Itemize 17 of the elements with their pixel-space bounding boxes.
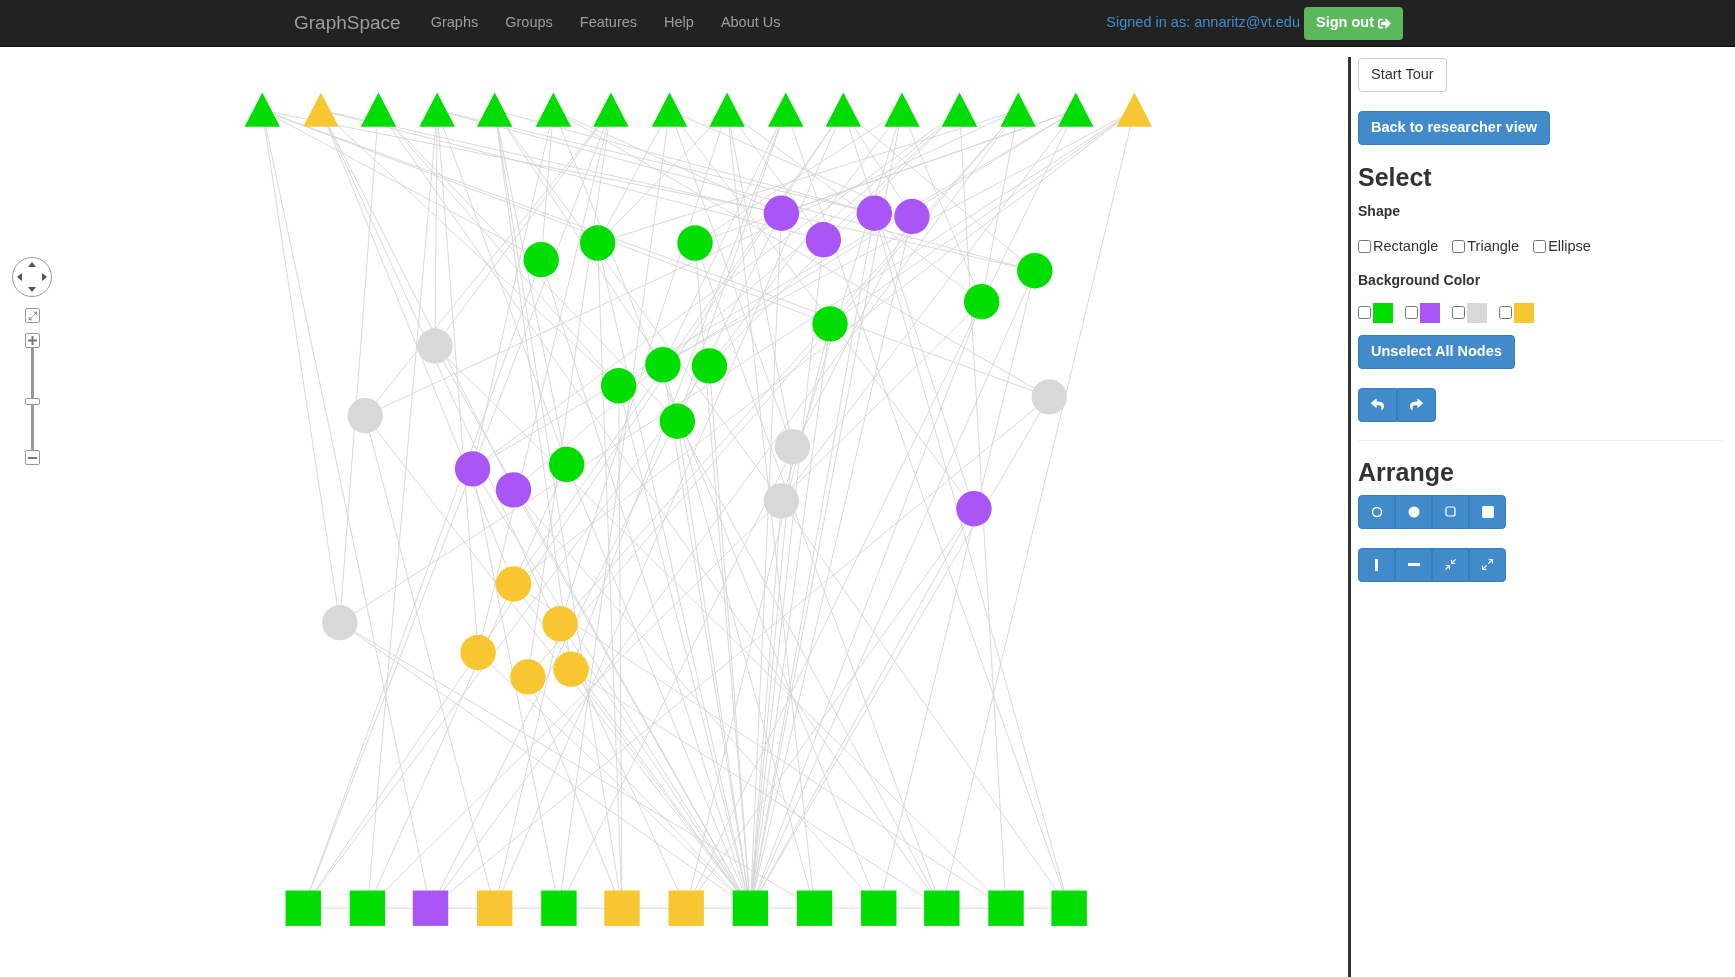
background-color-label: Background Color bbox=[1358, 270, 1481, 290]
start-tour-button[interactable]: Start Tour bbox=[1358, 58, 1447, 92]
nav-link[interactable]: Graphs bbox=[430, 12, 479, 34]
select-heading: Select bbox=[1358, 162, 1432, 192]
signed-in-text: Signed in as: annaritz@vt.edu bbox=[1106, 13, 1300, 33]
back-to-researcher-button[interactable]: Back to researcher view bbox=[1358, 111, 1551, 145]
brand-link[interactable]: GraphSpace bbox=[294, 8, 401, 38]
unselect-all-button[interactable]: Unselect All Nodes bbox=[1358, 334, 1515, 369]
nav-link[interactable]: Groups bbox=[505, 12, 553, 34]
nav-link[interactable]: Features bbox=[579, 12, 638, 34]
nav-link[interactable]: Help bbox=[664, 12, 694, 34]
arrange-heading: Arrange bbox=[1358, 456, 1454, 487]
shape-option-label: Rectangle bbox=[1373, 237, 1439, 256]
shape-option-label: Triangle bbox=[1467, 237, 1520, 256]
nav-link[interactable]: About Us bbox=[720, 12, 781, 34]
shape-option-label: Ellipse bbox=[1548, 237, 1591, 256]
shape-label: Shape bbox=[1358, 202, 1400, 221]
